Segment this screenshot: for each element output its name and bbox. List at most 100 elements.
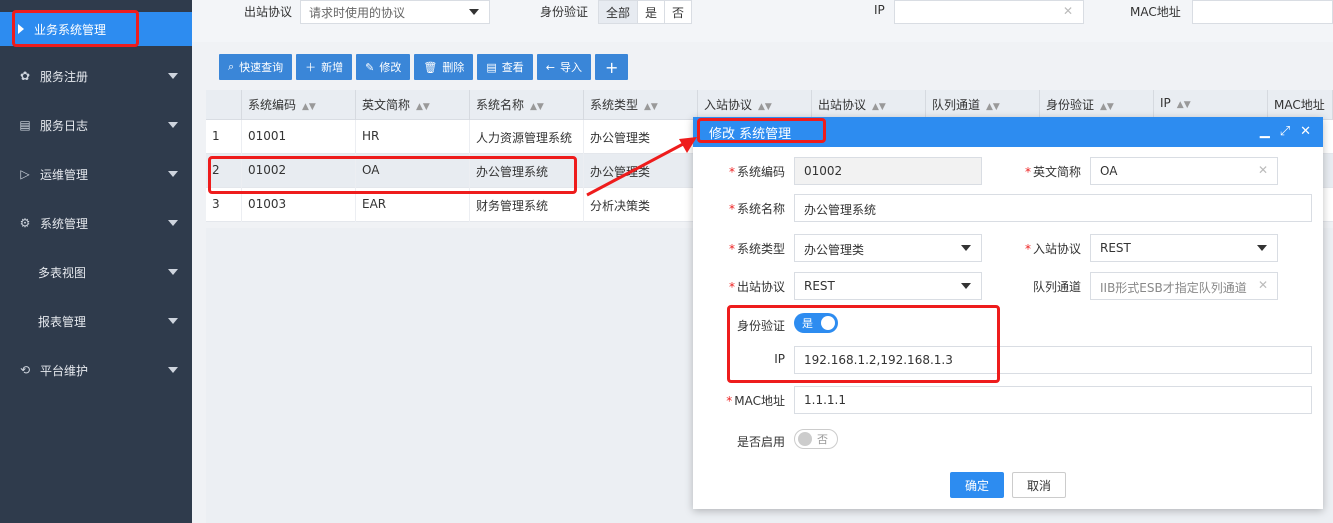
auth-option-all[interactable]: 全部	[599, 1, 639, 23]
sidebar: 业务系统管理 ✿ 服务注册 ▤ 服务日志 ▷ 运维管理 ⚙ 系统管理 多表视图 …	[0, 0, 192, 523]
chevron-down-icon	[168, 171, 178, 177]
annotation-box-sidebar	[12, 10, 139, 47]
annotation-arrow	[586, 137, 697, 197]
table-header-cell[interactable]: 身份验证 ▲▼	[1040, 90, 1154, 120]
header-label: MAC地址	[1274, 98, 1325, 112]
pencil-icon: ✎	[365, 60, 375, 74]
mac-input[interactable]: 1.1.1.1	[794, 386, 1312, 414]
sort-icon: ▲▼	[302, 102, 316, 112]
more-add-button[interactable]: +	[594, 54, 629, 80]
field-label: * 系统名称	[728, 202, 785, 216]
ip-filter-label: IP	[874, 3, 885, 17]
table-header: 系统编码 ▲▼ 英文简称 ▲▼ 系统名称 ▲▼ 系统类型 ▲▼ 入站协议 ▲▼ 出站协议 ▲…	[206, 90, 1333, 120]
sidebar-item-system[interactable]: ⚙ 系统管理	[0, 206, 192, 240]
sort-icon: ▲▼	[530, 102, 544, 112]
chevron-down-icon	[961, 283, 971, 289]
field-label: * 英文简称	[1024, 165, 1081, 179]
auth-option-no[interactable]: 否	[665, 1, 691, 23]
sidebar-item-label: 服务注册	[40, 69, 89, 84]
delete-button[interactable]: 🗑 删除	[414, 54, 474, 80]
table-header-cell[interactable]: 英文简称 ▲▼	[356, 90, 470, 120]
clear-icon[interactable]: ✕	[1258, 278, 1268, 292]
table-header-cell[interactable]: 系统编码 ▲▼	[242, 90, 356, 120]
button-label: 查看	[501, 61, 524, 74]
confirm-button[interactable]: 确定	[950, 472, 1004, 498]
field-name: * 系统名称 办公管理系统	[693, 194, 1323, 222]
cluster-icon: ✿	[19, 69, 31, 83]
row-index: 1	[206, 120, 242, 154]
table-header-cell[interactable]: 出站协议 ▲▼	[812, 90, 926, 120]
sort-icon: ▲▼	[758, 102, 772, 112]
import-button[interactable]: ← 导入	[536, 54, 591, 80]
clear-icon[interactable]: ✕	[1063, 4, 1073, 18]
enabled-switch[interactable]: 否	[794, 429, 838, 449]
document-icon: ▤	[486, 60, 497, 74]
table-header-cell[interactable]: 队列通道 ▲▼	[926, 90, 1040, 120]
cancel-button[interactable]: 取消	[1012, 472, 1066, 498]
table-header-cell[interactable]: 系统类型 ▲▼	[584, 90, 698, 120]
clear-icon[interactable]: ✕	[1258, 163, 1268, 177]
minimize-icon[interactable]: ▁	[1260, 124, 1270, 139]
sidebar-item-ops[interactable]: ▷ 运维管理	[0, 157, 192, 191]
annotation-box-row	[208, 156, 577, 194]
table-header-cell[interactable]: 系统名称 ▲▼	[470, 90, 584, 120]
table-header-cell[interactable]: MAC地址	[1268, 90, 1333, 120]
table-cell: 01001	[242, 120, 356, 154]
plus-icon: ＋	[305, 61, 317, 74]
table-cell: HR	[356, 120, 470, 154]
code-input[interactable]: 01002	[794, 157, 982, 185]
table-header-cell[interactable]: IP ▲▼	[1154, 90, 1268, 120]
sidebar-item-service-register[interactable]: ✿ 服务注册	[0, 59, 192, 93]
ip-filter-input[interactable]: ✕	[894, 0, 1084, 24]
sidebar-item-platform[interactable]: ⟲ 平台维护	[0, 353, 192, 387]
field-type: * 系统类型 办公管理类 * 入站协议 REST	[693, 234, 1323, 262]
sidebar-item-label: 平台维护	[40, 363, 89, 378]
maximize-icon[interactable]: ⤢	[1280, 124, 1290, 139]
arrow-left-icon: ←	[545, 60, 555, 74]
chevron-down-icon	[469, 9, 479, 15]
outbound-filter-select[interactable]: 请求时使用的协议	[300, 0, 490, 24]
mac-filter-input[interactable]	[1192, 0, 1333, 24]
type-select[interactable]: 办公管理类	[794, 234, 982, 262]
sidebar-item-report[interactable]: 报表管理	[0, 304, 192, 338]
table-header-cell[interactable]: 入站协议 ▲▼	[698, 90, 812, 120]
sidebar-item-multi-view[interactable]: 多表视图	[0, 255, 192, 289]
header-label: 系统名称	[476, 98, 525, 112]
field-label: * 出站协议	[728, 280, 785, 294]
chevron-down-icon	[168, 269, 178, 275]
toolbar: ⌕ 快速查询 ＋ 新增 ✎ 修改 🗑 删除 ▤ 查看 ← 导入 +	[219, 54, 629, 80]
chevron-down-icon	[168, 73, 178, 79]
annotation-box-dialog-title	[697, 118, 826, 143]
sidebar-item-label: 多表视图	[38, 265, 87, 280]
sidebar-item-service-log[interactable]: ▤ 服务日志	[0, 108, 192, 142]
auth-option-yes[interactable]: 是	[638, 1, 666, 23]
field-label: 是否启用	[736, 435, 785, 449]
button-label: 新增	[321, 61, 344, 74]
button-label: 导入	[559, 61, 582, 74]
quick-query-button[interactable]: ⌕ 快速查询	[219, 54, 293, 80]
sidebar-item-label: 报表管理	[38, 314, 87, 329]
mac-filter-label: MAC地址	[1130, 5, 1181, 19]
view-button[interactable]: ▤ 查看	[477, 54, 533, 80]
edit-button[interactable]: ✎ 修改	[356, 54, 411, 80]
add-button[interactable]: ＋ 新增	[296, 54, 353, 80]
queue-input[interactable]: IIB形式ESB才指定队列通道 ✕	[1090, 272, 1278, 300]
gear-icon: ⚙	[19, 216, 31, 230]
field-code: * 系统编码 01002 * 英文简称 OA ✕	[693, 157, 1323, 185]
sort-icon: ▲▼	[1176, 100, 1191, 110]
inbound-select[interactable]: REST	[1090, 234, 1278, 262]
close-icon[interactable]: ✕	[1300, 124, 1311, 139]
header-label: 入站协议	[704, 98, 753, 112]
dialog-controls: ▁ ⤢ ✕	[1260, 124, 1311, 139]
switch-knob	[798, 432, 812, 446]
outbound-select[interactable]: REST	[794, 272, 982, 300]
chevron-down-icon	[168, 367, 178, 373]
field-label: * 入站协议	[1024, 242, 1081, 256]
header-label: 身份验证	[1046, 98, 1095, 112]
sort-icon: ▲▼	[1100, 102, 1114, 112]
chevron-down-icon	[168, 122, 178, 128]
filter-bar: 出站协议 请求时使用的协议 身份验证 全部 是 否 IP ✕ MAC地址	[192, 0, 1333, 42]
sort-icon: ▲▼	[644, 102, 658, 112]
name-input[interactable]: 办公管理系统	[794, 194, 1312, 222]
abbr-input[interactable]: OA ✕	[1090, 157, 1278, 185]
